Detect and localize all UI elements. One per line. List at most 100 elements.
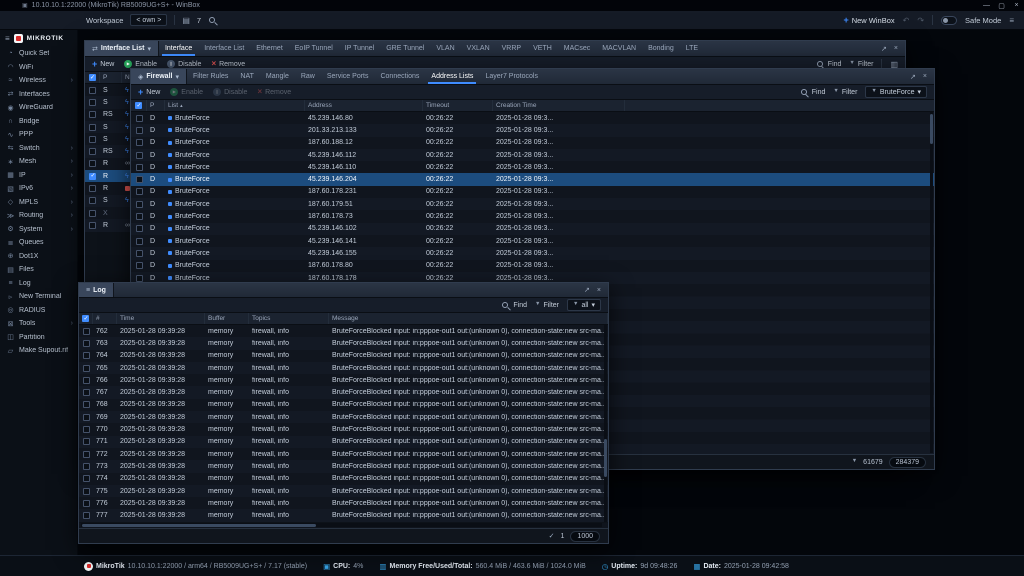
tab-vxlan[interactable]: VXLAN bbox=[461, 41, 496, 56]
disable-button[interactable]: ∥ Disable bbox=[213, 88, 247, 96]
log-row[interactable]: 777 2025-01-28 09:39:28 memory firewall, in… bbox=[79, 509, 608, 522]
enable-button[interactable]: ▶ Enable bbox=[124, 60, 157, 68]
row-checkbox[interactable] bbox=[135, 237, 143, 245]
row-checkbox[interactable] bbox=[82, 327, 90, 335]
row-checkbox[interactable] bbox=[135, 274, 143, 282]
popout-icon[interactable]: ↗ bbox=[910, 73, 916, 81]
log-row[interactable]: 775 2025-01-28 09:39:28 memory firewall, in… bbox=[79, 484, 608, 498]
interface-window-title-tab[interactable]: ⇄ Interface List ▾ bbox=[85, 41, 159, 56]
log-row[interactable]: 772 2025-01-28 09:39:28 memory firewall, in… bbox=[79, 447, 608, 461]
log-window-titlebar[interactable]: ≡ Log ↗ × bbox=[79, 283, 608, 298]
sidebar-item-wifi[interactable]: ◠ WiFi bbox=[0, 61, 77, 75]
log-row[interactable]: 767 2025-01-28 09:39:28 memory firewall, in… bbox=[79, 386, 608, 399]
sidebar-item-mesh[interactable]: ∗ Mesh › bbox=[0, 155, 77, 169]
log-row[interactable]: 771 2025-01-28 09:39:28 memory firewall, in… bbox=[79, 435, 608, 448]
log-row[interactable]: 770 2025-01-28 09:39:28 memory firewall, in… bbox=[79, 423, 608, 436]
row-checkbox[interactable] bbox=[89, 123, 96, 131]
row-checkbox[interactable] bbox=[82, 389, 90, 397]
firewall-window-title-tab[interactable]: ◈ Firewall ▾ bbox=[131, 69, 187, 84]
row-checkbox[interactable] bbox=[82, 487, 90, 495]
row-checkbox[interactable] bbox=[135, 151, 143, 159]
log-row[interactable]: 766 2025-01-28 09:39:28 memory firewall, in… bbox=[79, 374, 608, 387]
find-button[interactable]: Find bbox=[800, 88, 825, 97]
address-list-row[interactable]: D BruteForce 45.239.146.80 00:26:22 2025-01-… bbox=[131, 112, 934, 125]
column-header-message[interactable]: Message bbox=[329, 313, 608, 324]
sidebar-item-ip[interactable]: ▦ IP › bbox=[0, 169, 77, 183]
tab-ethernet[interactable]: Ethernet bbox=[250, 41, 288, 56]
popout-icon[interactable]: ↗ bbox=[584, 286, 590, 294]
row-checkbox[interactable] bbox=[135, 176, 143, 184]
tab-address-lists[interactable]: Address Lists bbox=[425, 69, 479, 84]
row-checkbox[interactable] bbox=[82, 475, 90, 483]
new-button[interactable]: + New bbox=[138, 87, 160, 97]
address-list-row[interactable]: D BruteForce 45.239.146.141 00:26:22 2025-01… bbox=[131, 234, 934, 248]
row-checkbox[interactable] bbox=[135, 213, 143, 221]
enable-button[interactable]: ▶ Enable bbox=[170, 88, 203, 96]
firewall-window-titlebar[interactable]: ◈ Firewall ▾ Filter Rules NAT Mangle Raw Ser… bbox=[131, 69, 934, 85]
sidebar-item-ppp[interactable]: ∿ PPP bbox=[0, 128, 77, 142]
row-checkbox[interactable] bbox=[135, 262, 143, 270]
log-row[interactable]: 773 2025-01-28 09:39:28 memory firewall, in… bbox=[79, 460, 608, 473]
row-checkbox[interactable] bbox=[82, 450, 90, 458]
remove-button[interactable]: × Remove bbox=[211, 60, 245, 68]
menu-icon[interactable]: ≡ bbox=[1009, 16, 1014, 25]
remove-button[interactable]: × Remove bbox=[257, 88, 291, 96]
sidebar-item-ipv6[interactable]: ▧ IPv6 › bbox=[0, 182, 77, 196]
sidebar-item-routing[interactable]: ≫ Routing › bbox=[0, 209, 77, 223]
row-checkbox[interactable] bbox=[135, 163, 143, 171]
log-row[interactable]: 774 2025-01-28 09:39:28 memory firewall, in… bbox=[79, 472, 608, 485]
interface-window-titlebar[interactable]: ⇄ Interface List ▾ Interface Interface Li… bbox=[85, 41, 905, 57]
row-checkbox[interactable] bbox=[135, 188, 143, 196]
column-header-creation-time[interactable]: Creation Time bbox=[493, 100, 625, 111]
select-all-checkbox[interactable] bbox=[88, 74, 96, 81]
column-header-flags[interactable]: P bbox=[147, 100, 165, 111]
close-icon[interactable]: × bbox=[597, 287, 601, 294]
sidebar-item-system[interactable]: ⚙ System › bbox=[0, 223, 77, 237]
sidebar-item-make-supout[interactable]: ▱ Make Supout.rif bbox=[0, 344, 77, 358]
log-row[interactable]: 765 2025-01-28 09:39:28 memory firewall, in… bbox=[79, 361, 608, 375]
row-checkbox[interactable] bbox=[135, 249, 143, 257]
log-row[interactable]: 762 2025-01-28 09:39:28 memory firewall, in… bbox=[79, 325, 608, 338]
sidebar-item-quick-set[interactable]: ◔ Quick Set bbox=[0, 47, 77, 61]
row-checkbox[interactable] bbox=[82, 376, 90, 384]
search-icon[interactable] bbox=[208, 16, 217, 25]
row-checkbox[interactable] bbox=[82, 499, 90, 507]
select-all-checkbox[interactable] bbox=[82, 315, 89, 322]
find-button[interactable]: Find bbox=[501, 301, 527, 310]
sidebar-item-switch[interactable]: ⇆ Switch › bbox=[0, 142, 77, 156]
tab-lte[interactable]: LTE bbox=[680, 41, 704, 56]
filter-button[interactable]: ▼ Filter bbox=[833, 89, 857, 96]
tab-service-ports[interactable]: Service Ports bbox=[321, 69, 375, 84]
address-list-row[interactable]: D BruteForce 201.33.213.133 00:26:22 2025-01… bbox=[131, 124, 934, 137]
sidebar-item-files[interactable]: ▤ Files bbox=[0, 263, 77, 277]
undo-icon[interactable]: ↶ bbox=[903, 16, 910, 25]
address-list-row[interactable]: D BruteForce 187.60.178.231 00:26:22 2025-01… bbox=[131, 185, 934, 199]
column-header-topics[interactable]: Topics bbox=[249, 313, 329, 324]
log-row[interactable]: 764 2025-01-28 09:39:28 memory firewall, in… bbox=[79, 349, 608, 362]
log-row[interactable]: 763 2025-01-28 09:39:28 memory firewall, in… bbox=[79, 337, 608, 350]
sidebar-item-queues[interactable]: ≣ Queues bbox=[0, 236, 77, 250]
sidebar-item-wireguard[interactable]: ◉ WireGuard bbox=[0, 101, 77, 115]
sidebar-item-tools[interactable]: ⊠ Tools › bbox=[0, 317, 77, 331]
tab-interface[interactable]: Interface bbox=[159, 41, 198, 56]
list-filter-select[interactable]: ▼ BruteForce ▾ bbox=[865, 86, 927, 98]
sidebar-item-wireless[interactable]: ≈ Wireless › bbox=[0, 74, 77, 88]
filter-button[interactable]: ▼ Filter bbox=[849, 61, 873, 68]
close-icon[interactable]: × bbox=[894, 45, 898, 52]
sidebar-item-interfaces[interactable]: ⇄ Interfaces bbox=[0, 88, 77, 102]
row-checkbox[interactable] bbox=[89, 209, 96, 217]
row-checkbox[interactable] bbox=[135, 139, 143, 147]
address-list-row[interactable]: D BruteForce 45.239.146.110 00:26:22 2025-01… bbox=[131, 161, 934, 174]
scrollbar-thumb[interactable] bbox=[82, 523, 317, 527]
tab-nat[interactable]: NAT bbox=[234, 69, 259, 84]
new-winbox-button[interactable]: + New WinBox bbox=[843, 15, 894, 25]
column-header-timeout[interactable]: Timeout bbox=[423, 100, 493, 111]
close-button[interactable]: × bbox=[1009, 0, 1024, 11]
log-row[interactable]: 776 2025-01-28 09:39:28 memory firewall, in… bbox=[79, 497, 608, 510]
row-checkbox[interactable] bbox=[135, 200, 143, 208]
column-header-buffer[interactable]: Buffer bbox=[205, 313, 249, 324]
address-list-row[interactable]: D BruteForce 187.60.188.12 00:26:22 2025-01-… bbox=[131, 136, 934, 149]
sidebar-item-new-terminal[interactable]: ▹ New Terminal bbox=[0, 290, 77, 304]
column-header-flags[interactable]: P bbox=[100, 72, 122, 83]
tab-gre-tunnel[interactable]: GRE Tunnel bbox=[380, 41, 430, 56]
